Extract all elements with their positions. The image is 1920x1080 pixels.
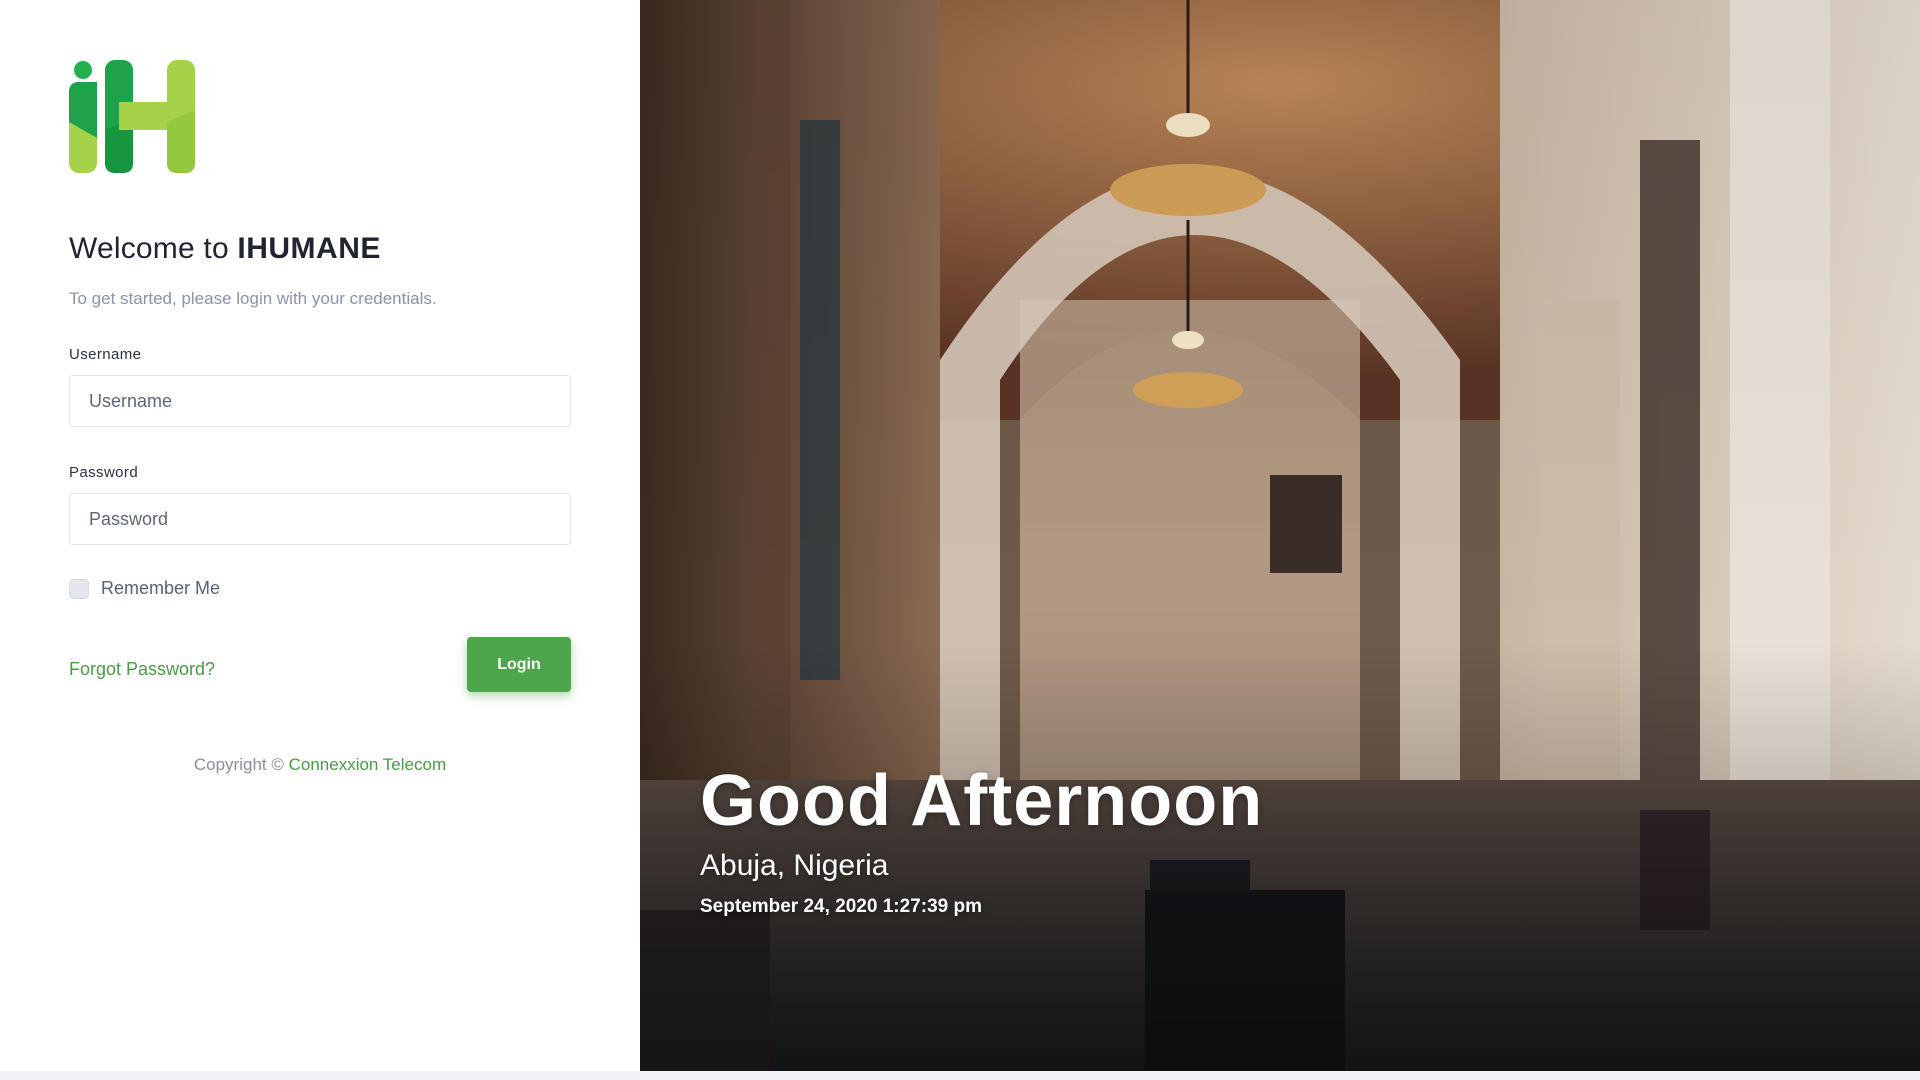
remember-me-row[interactable]: Remember Me	[69, 578, 220, 599]
forgot-password-link[interactable]: Forgot Password?	[69, 659, 215, 680]
login-subtitle: To get started, please login with your c…	[69, 289, 437, 308]
datetime-text: September 24, 2020 1:27:39 pm	[700, 896, 982, 917]
greeting-heading: Good Afternoon	[700, 761, 1264, 841]
remember-me-label[interactable]: Remember Me	[101, 578, 220, 599]
ihumane-logo-icon	[69, 60, 195, 173]
login-page: Welcome to IHUMANE To get started, pleas…	[0, 0, 1920, 1071]
hero-panel: Good Afternoon Abuja, Nigeria September …	[640, 0, 1920, 1071]
location-text: Abuja, Nigeria	[700, 849, 889, 882]
remember-me-checkbox[interactable]	[69, 578, 89, 599]
welcome-prefix: Welcome to	[69, 232, 238, 265]
username-input[interactable]	[69, 375, 571, 427]
login-panel: Welcome to IHUMANE To get started, pleas…	[0, 0, 640, 1071]
company-link[interactable]: Connexxion Telecom	[289, 755, 447, 774]
username-label: Username	[69, 346, 142, 363]
copyright: Copyright © Connexxion Telecom	[0, 755, 640, 775]
password-label: Password	[69, 464, 139, 481]
login-button[interactable]: Login	[467, 637, 571, 692]
password-input[interactable]	[69, 493, 571, 545]
app-name: IHUMANE	[237, 232, 381, 265]
welcome-heading: Welcome to IHUMANE	[69, 232, 381, 266]
copyright-prefix: Copyright ©	[193, 755, 289, 774]
